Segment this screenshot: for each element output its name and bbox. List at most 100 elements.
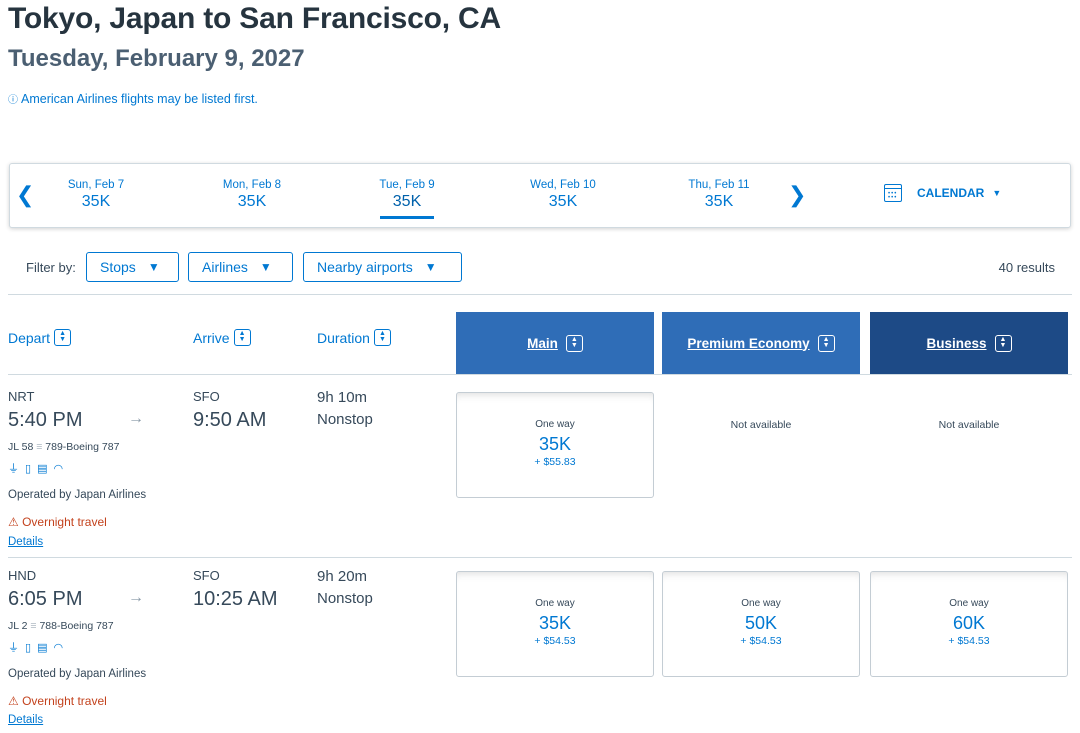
selected-date-underline <box>380 216 434 219</box>
stops: Nonstop <box>317 590 373 607</box>
arrow-right-icon: → <box>128 410 144 427</box>
caret-down-icon: ▼ <box>992 188 1002 198</box>
overnight-warning: ⚠ Overnight travel <box>8 515 107 529</box>
flight-info: JL 2 ≡ 788-Boeing 787 <box>8 620 114 632</box>
details-link[interactable]: Details <box>8 536 43 548</box>
date-price: 35K <box>704 193 734 210</box>
divider <box>8 557 1072 558</box>
flight-number: JL 2 <box>8 620 28 632</box>
date-option-feb-8[interactable]: Mon, Feb 8 35K <box>197 179 307 211</box>
stops-filter-button[interactable]: Stops ▼ <box>86 252 179 282</box>
premium-economy-cabin-header[interactable]: Premium Economy ▲ ▼ <box>662 312 860 374</box>
date-option-feb-10[interactable]: Wed, Feb 10 35K <box>508 179 618 211</box>
date-option-feb-11[interactable]: Thu, Feb 11 35K <box>664 179 774 211</box>
main-fare-button[interactable]: One way 35K + $55.83 <box>456 392 654 498</box>
date-price: 35K <box>237 193 267 210</box>
next-dates-chevron-icon[interactable]: ❯ <box>788 182 806 208</box>
business-fare-button[interactable]: One way 60K + $54.53 <box>870 571 1068 677</box>
date-label: Sun, Feb 7 <box>67 179 125 191</box>
fare-points: 35K <box>538 613 572 633</box>
fare-type: One way <box>949 598 989 609</box>
airlines-filter-label: Airlines <box>202 259 248 275</box>
duration: 9h 10m <box>317 389 368 406</box>
duration: 9h 20m <box>317 568 368 585</box>
date-selector-bar: ❮ Sun, Feb 7 35K Mon, Feb 8 35K Tue, Feb… <box>9 163 1071 228</box>
fare-tax: + $54.53 <box>948 635 990 647</box>
aircraft: 788-Boeing 787 <box>39 620 114 632</box>
results-count: 40 results <box>998 260 1055 275</box>
amenities: ⏚▯▤◠ <box>8 639 69 655</box>
origin-airport: HND <box>8 568 37 583</box>
date-option-feb-7[interactable]: Sun, Feb 7 35K <box>41 179 151 211</box>
fare-points: 35K <box>538 434 572 454</box>
arrow-right-icon: → <box>128 589 144 606</box>
usb-icon: ▯ <box>25 642 38 654</box>
amenities: ⏚▯▤◠ <box>8 460 69 476</box>
entertainment-icon: ▤ <box>37 642 54 654</box>
stops: Nonstop <box>317 411 373 428</box>
filter-label: Filter by: <box>26 260 76 275</box>
business-cabin-label: Business <box>926 335 987 351</box>
duration-header-label: Duration <box>317 329 370 346</box>
flight-info: JL 58 ≡ 789-Boeing 787 <box>8 441 120 453</box>
nearby-airports-filter-button[interactable]: Nearby airports ▼ <box>303 252 462 282</box>
operated-by: Operated by Japan Airlines <box>8 489 147 501</box>
sort-icon: ▲ ▼ <box>373 329 391 346</box>
date-label: Mon, Feb 8 <box>222 179 282 191</box>
depart-time: 6:05 PM <box>8 588 83 610</box>
fare-points: 60K <box>952 613 986 633</box>
stops-filter-label: Stops <box>100 259 136 275</box>
sort-icon: ▲ ▼ <box>817 334 835 352</box>
date-option-feb-9-selected[interactable]: Tue, Feb 9 35K <box>352 179 462 219</box>
entertainment-icon: ▤ <box>37 463 54 475</box>
main-cabin-label: Main <box>527 335 558 351</box>
fare-tax: + $55.83 <box>534 456 576 468</box>
premium-economy-fare-button[interactable]: One way 50K + $54.53 <box>662 571 860 677</box>
caret-down-icon: ▼ <box>259 260 272 274</box>
fare-points: 50K <box>744 613 778 633</box>
business-cabin-header[interactable]: Business ▲ ▼ <box>870 312 1068 374</box>
main-cabin-header[interactable]: Main ▲ ▼ <box>456 312 654 374</box>
page-title: Tokyo, Japan to San Francisco, CA <box>8 2 501 35</box>
arrive-time: 10:25 AM <box>193 588 278 610</box>
destination-airport: SFO <box>193 389 220 404</box>
wifi-icon: ◠ <box>53 463 70 475</box>
business-not-available: Not available <box>938 419 1000 431</box>
duration-sort-header[interactable]: Duration ▲ ▼ <box>317 329 391 346</box>
arrive-header-label: Arrive <box>193 329 230 346</box>
main-fare-button[interactable]: One way 35K + $54.53 <box>456 571 654 677</box>
wifi-icon: ◠ <box>53 642 70 654</box>
calendar-button[interactable]: ••• ••• CALENDAR ▼ <box>884 184 1001 202</box>
divider <box>8 294 1072 295</box>
calendar-label: CALENDAR <box>917 186 985 200</box>
fare-tax: + $54.53 <box>534 635 576 647</box>
arrive-sort-header[interactable]: Arrive ▲ ▼ <box>193 329 251 346</box>
details-link[interactable]: Details <box>8 714 43 726</box>
fare-type: One way <box>535 598 575 609</box>
fare-type: One way <box>535 419 575 430</box>
info-icon: ⓘ <box>8 95 18 106</box>
overnight-warning: ⚠ Overnight travel <box>8 694 107 708</box>
date-label: Thu, Feb 11 <box>688 179 750 191</box>
listing-note: ⓘ American Airlines flights may be listed… <box>8 91 258 106</box>
sort-icon: ▲ ▼ <box>54 329 72 346</box>
arrive-time: 9:50 AM <box>193 409 267 431</box>
prev-dates-chevron-icon[interactable]: ❮ <box>16 182 34 208</box>
premium-economy-not-available: Not available <box>730 419 792 431</box>
divider <box>8 374 1072 375</box>
power-outlet-icon: ⏚ <box>8 642 25 654</box>
fare-tax: + $54.53 <box>740 635 782 647</box>
depart-sort-header[interactable]: Depart ▲ ▼ <box>8 329 72 346</box>
origin-airport: NRT <box>8 389 35 404</box>
depart-header-label: Depart <box>8 329 51 346</box>
airlines-filter-button[interactable]: Airlines ▼ <box>188 252 293 282</box>
premium-economy-cabin-label: Premium Economy <box>687 335 810 351</box>
date-label: Tue, Feb 9 <box>379 179 435 191</box>
sort-icon: ▲ ▼ <box>233 329 251 346</box>
travel-date: Tuesday, February 9, 2027 <box>8 45 305 72</box>
flight-number: JL 58 <box>8 441 34 453</box>
date-price: 35K <box>548 193 578 210</box>
usb-icon: ▯ <box>25 463 38 475</box>
sort-icon: ▲ ▼ <box>565 334 583 352</box>
operated-by: Operated by Japan Airlines <box>8 668 147 680</box>
